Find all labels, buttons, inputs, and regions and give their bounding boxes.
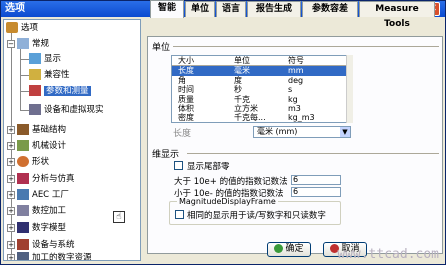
tree-root[interactable]: 选项 xyxy=(6,21,38,35)
cell-unit: 千克每... xyxy=(234,113,266,122)
expand-analysis[interactable]: + xyxy=(7,175,15,183)
column-header-size: 大小 xyxy=(178,56,194,65)
units-group-label: 单位 xyxy=(152,43,171,53)
unit-combo-label: 长度 xyxy=(173,129,192,139)
chevron-down-icon[interactable]: ▼ xyxy=(340,127,350,137)
analysis-icon xyxy=(17,173,29,184)
same-display-label: 相同的显示用于读/写数字和只读数字 xyxy=(187,211,326,221)
show-trailing-zeros-checkbox[interactable] xyxy=(174,161,183,170)
unit-select[interactable]: 毫米 (mm) ▼ xyxy=(253,126,351,138)
window-title: 选项 xyxy=(5,3,25,14)
tree-item-display[interactable]: 显示 xyxy=(29,52,61,66)
expand-infrastructure[interactable]: + xyxy=(7,126,15,134)
expand-aec[interactable]: + xyxy=(7,191,15,199)
expand-digital-mockup[interactable]: + xyxy=(7,224,15,232)
tree-item-parameters-measure[interactable]: 参数和测量 xyxy=(29,84,91,98)
expand-equipment[interactable]: + xyxy=(7,241,15,249)
ok-icon xyxy=(274,244,284,253)
display-icon xyxy=(29,53,41,64)
cell-symbol: kg_m3 xyxy=(288,113,315,122)
tree-item-general[interactable]: 常规 xyxy=(17,37,49,51)
resources-icon xyxy=(17,252,29,260)
units-list-scrollbar[interactable] xyxy=(346,55,353,123)
expand-nc[interactable]: + xyxy=(7,207,15,215)
options-tree: 选项 − 常规 显示 兼容性 参数和测量 设备和虚拟现实 + 基础结构 + 机械… xyxy=(3,19,141,261)
tab-units[interactable]: 单位 xyxy=(185,1,215,17)
ok-label: 确定 xyxy=(285,244,304,254)
expand-digital-resources[interactable]: + xyxy=(7,254,15,260)
compatibility-icon xyxy=(29,69,41,80)
tree-item-shape[interactable]: 形状 xyxy=(17,155,49,169)
greater-than-label: 大于 10e+ 的值的指数记数法 xyxy=(174,177,288,187)
tree-item-compatibility[interactable]: 兼容性 xyxy=(29,68,70,82)
same-display-checkbox[interactable] xyxy=(175,210,184,219)
options-dialog: 选项 ? ✕ 选项 − 常规 显示 兼容性 参数和测量 设备和虚拟现实 + 基 xyxy=(0,0,446,265)
parameters-icon xyxy=(29,85,41,96)
ok-button[interactable]: 确定 xyxy=(267,242,311,257)
magnitude-frame-legend: MagnitudeDisplayFrame xyxy=(177,197,278,206)
table-row[interactable]: 长度 毫米 mm xyxy=(172,66,348,76)
options-icon xyxy=(6,22,18,33)
tab-measure-tools[interactable]: Measure Tools xyxy=(359,1,435,29)
cell-symbol: s xyxy=(288,85,293,94)
tree-item-mechanical-design[interactable]: 机械设计 xyxy=(17,139,66,153)
less-than-input[interactable]: 6 xyxy=(291,187,341,197)
cell-size: 长度 xyxy=(178,66,194,75)
cell-unit: 毫米 xyxy=(234,66,250,75)
mechanical-icon xyxy=(17,140,29,151)
cell-unit: 秒 xyxy=(234,85,242,94)
unit-select-value: 毫米 (mm) xyxy=(257,127,298,136)
tree-item-nc-machining[interactable]: 数控加工 xyxy=(17,204,66,218)
tab-language[interactable]: 语言 xyxy=(216,1,246,17)
column-header-unit: 单位 xyxy=(234,56,250,65)
greater-than-input[interactable]: 6 xyxy=(291,175,341,185)
tree-item-digital-resources[interactable]: 加工的数字资源 xyxy=(17,251,92,260)
expand-general[interactable]: − xyxy=(7,40,15,48)
units-header-row: 大小 单位 符号 xyxy=(172,56,348,66)
tree-item-devices-vr[interactable]: 设备和虚拟现实 xyxy=(29,103,104,117)
watermark: www.ttcad.com xyxy=(337,247,439,262)
digital-mockup-icon xyxy=(17,222,29,233)
expand-mechanical[interactable]: + xyxy=(7,142,15,150)
tree-item-digital-mockup[interactable]: 数字模型 xyxy=(17,221,66,235)
shape-icon xyxy=(17,156,29,167)
tree-item-aec-plant[interactable]: AEC 工厂 xyxy=(17,188,69,202)
general-icon xyxy=(17,38,29,49)
infrastructure-icon xyxy=(17,124,29,135)
tree-item-analysis-simulation[interactable]: 分析与仿真 xyxy=(17,172,75,186)
cell-size: 时间 xyxy=(178,85,194,94)
tab-intelligent[interactable]: 智能 xyxy=(150,0,184,18)
display-separator xyxy=(187,153,439,154)
tab-parameter-tolerance[interactable]: 参数容差 xyxy=(302,1,358,17)
equipment-icon xyxy=(17,239,29,250)
column-header-symbol: 符号 xyxy=(288,56,304,65)
units-list[interactable]: 大小 单位 符号 长度 毫米 mm 角 度 deg 时间 秒 s 质量 千克 k… xyxy=(171,55,353,123)
cell-symbol: mm xyxy=(288,66,304,75)
nc-icon xyxy=(17,205,29,216)
display-group-label: 维显示 xyxy=(152,150,180,160)
show-trailing-zeros-label: 显示尾部零 xyxy=(187,162,230,172)
tab-report-generation[interactable]: 报告生成 xyxy=(247,1,301,17)
table-row[interactable]: 密度 千克每... kg_m3 xyxy=(172,113,348,122)
tree-item-equipment-systems[interactable]: 设备与系统 xyxy=(17,238,75,252)
units-separator xyxy=(173,46,439,47)
expand-shape[interactable]: + xyxy=(7,158,15,166)
cursor-hand-icon: ☝ xyxy=(113,211,125,223)
tree-item-infrastructure[interactable]: 基础结构 xyxy=(17,123,66,137)
table-row[interactable]: 时间 秒 s xyxy=(172,85,348,95)
devices-icon xyxy=(29,104,41,115)
aec-icon xyxy=(17,189,29,200)
cell-size: 密度 xyxy=(178,113,194,122)
